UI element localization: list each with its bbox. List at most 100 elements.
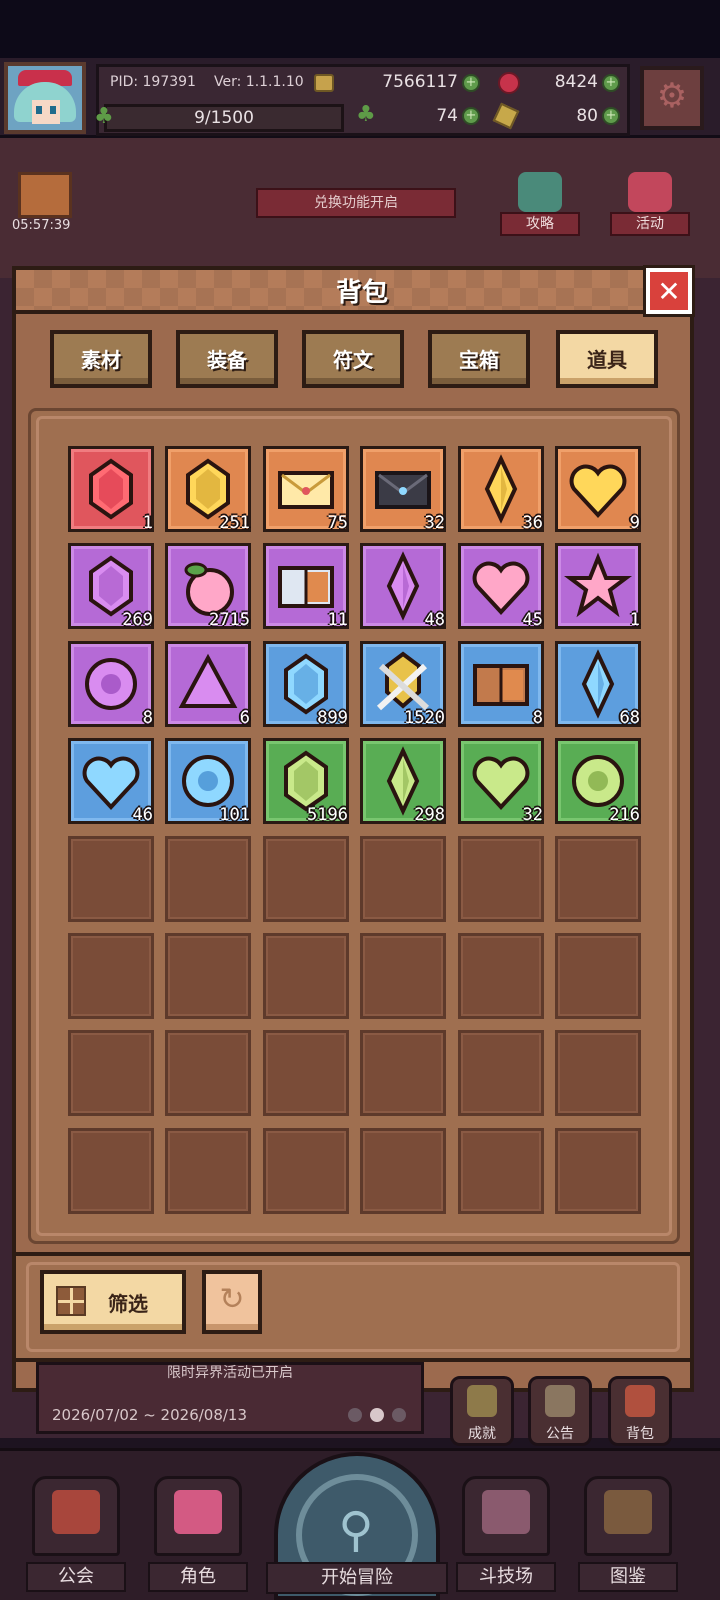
inventory-slot[interactable]: 216: [555, 738, 641, 825]
gift-icon[interactable]: [18, 172, 72, 218]
empty-inventory-slot[interactable]: [458, 1030, 544, 1116]
nav-character-label: 角色: [148, 1562, 248, 1592]
megaphone-icon: [545, 1385, 575, 1417]
notice-button[interactable]: 公告: [528, 1376, 592, 1446]
item-quantity: 6: [239, 708, 250, 728]
event-dates: 2026/07/02 ~ 2026/08/13: [52, 1406, 248, 1424]
inventory-slot[interactable]: 6: [165, 641, 251, 728]
guide-button[interactable]: 攻略: [500, 172, 580, 238]
refresh-button[interactable]: ↻: [202, 1270, 262, 1334]
close-button[interactable]: ✕: [643, 265, 695, 317]
player-avatar[interactable]: [4, 62, 86, 134]
inventory-slot[interactable]: 32: [458, 738, 544, 825]
empty-inventory-slot[interactable]: [165, 836, 251, 922]
inventory-slot[interactable]: 75: [263, 446, 349, 533]
add-gold-plus-icon[interactable]: +: [462, 74, 480, 92]
empty-inventory-slot[interactable]: [360, 1128, 446, 1214]
inventory-slot[interactable]: 48: [360, 543, 446, 630]
item-quantity: 32: [522, 805, 543, 825]
inventory-slot[interactable]: 11: [263, 543, 349, 630]
inventory-slot[interactable]: 46: [68, 738, 154, 825]
tab-equipment[interactable]: 装备: [176, 330, 278, 388]
inventory-slot[interactable]: 45: [458, 543, 544, 630]
nav-codex[interactable]: 图鉴: [578, 1470, 682, 1596]
inventory-slot[interactable]: 36: [458, 446, 544, 533]
item-quantity: 9: [629, 513, 640, 533]
inventory-slot[interactable]: 251: [165, 446, 251, 533]
empty-inventory-slot[interactable]: [458, 1128, 544, 1214]
tab-items[interactable]: 道具: [556, 330, 658, 388]
inventory-slot[interactable]: 899: [263, 641, 349, 728]
tab-runes-label: 符文: [333, 348, 373, 372]
empty-inventory-slot[interactable]: [165, 1128, 251, 1214]
inventory-slot[interactable]: 8: [458, 641, 544, 728]
clover-amount: 74: [436, 106, 458, 126]
grid-icon: [56, 1286, 86, 1316]
status-strip: [0, 0, 720, 58]
add-hammer-plus-icon[interactable]: +: [602, 107, 620, 125]
item-quantity: 48: [424, 610, 445, 630]
nav-guild[interactable]: 公会: [26, 1470, 130, 1596]
empty-inventory-slot[interactable]: [68, 933, 154, 1019]
empty-inventory-slot[interactable]: [68, 1128, 154, 1214]
achievements-label: 成就: [468, 1426, 496, 1442]
filter-button[interactable]: 筛选: [40, 1270, 186, 1334]
inventory-slot[interactable]: 269: [68, 543, 154, 630]
inventory-slot[interactable]: 2715: [165, 543, 251, 630]
tab-chests[interactable]: 宝箱: [428, 330, 530, 388]
empty-inventory-slot[interactable]: [263, 1128, 349, 1214]
gold-amount: 7566117: [382, 72, 458, 92]
empty-inventory-slot[interactable]: [555, 836, 641, 922]
ruby-icon: [498, 72, 520, 94]
carousel-dot-active[interactable]: [370, 1408, 384, 1422]
nav-character[interactable]: 角色: [148, 1470, 252, 1596]
empty-inventory-slot[interactable]: [458, 836, 544, 922]
empty-inventory-slot[interactable]: [165, 933, 251, 1019]
item-quantity: 32: [424, 513, 445, 533]
trophy-icon: [467, 1385, 497, 1417]
inventory-slot[interactable]: 101: [165, 738, 251, 825]
inventory-slot[interactable]: 1: [555, 543, 641, 630]
item-quantity: 11: [327, 610, 348, 630]
nav-arena[interactable]: 斗技场: [456, 1470, 560, 1596]
empty-inventory-slot[interactable]: [68, 1030, 154, 1116]
inventory-slot[interactable]: 298: [360, 738, 446, 825]
coin-icon: [314, 74, 334, 92]
settings-button[interactable]: ⚙: [640, 66, 704, 130]
empty-inventory-slot[interactable]: [555, 933, 641, 1019]
empty-inventory-slot[interactable]: [555, 1128, 641, 1214]
pink-star-icon: [564, 552, 632, 618]
empty-inventory-slot[interactable]: [165, 1030, 251, 1116]
filter-label: 筛选: [108, 1292, 148, 1316]
empty-inventory-slot[interactable]: [263, 1030, 349, 1116]
gift-timer: 05:57:39: [12, 218, 71, 233]
inventory-slot[interactable]: 68: [555, 641, 641, 728]
empty-inventory-slot[interactable]: [360, 933, 446, 1019]
activity-button[interactable]: 活动: [610, 172, 690, 238]
exchange-banner-text: 兑换功能开启: [314, 195, 398, 211]
add-ruby-plus-icon[interactable]: +: [602, 74, 620, 92]
achievements-button[interactable]: 成就: [450, 1376, 514, 1446]
inventory-slot[interactable]: 1520: [360, 641, 446, 728]
empty-inventory-slot[interactable]: [68, 836, 154, 922]
magnifier-icon: ⚲: [338, 1502, 374, 1558]
empty-inventory-slot[interactable]: [458, 933, 544, 1019]
inventory-slot[interactable]: 1: [68, 446, 154, 533]
empty-inventory-slot[interactable]: [360, 1030, 446, 1116]
item-quantity: 75: [327, 513, 348, 533]
backpack-shortcut-button[interactable]: 背包: [608, 1376, 672, 1446]
carousel-dot[interactable]: [392, 1408, 406, 1422]
inventory-slot[interactable]: 9: [555, 446, 641, 533]
inventory-slot[interactable]: 8: [68, 641, 154, 728]
empty-inventory-slot[interactable]: [360, 836, 446, 922]
carousel-dot[interactable]: [348, 1408, 362, 1422]
empty-inventory-slot[interactable]: [263, 836, 349, 922]
item-quantity: 298: [414, 805, 445, 825]
tab-runes[interactable]: 符文: [302, 330, 404, 388]
inventory-slot[interactable]: 32: [360, 446, 446, 533]
inventory-slot[interactable]: 5196: [263, 738, 349, 825]
empty-inventory-slot[interactable]: [555, 1030, 641, 1116]
empty-inventory-slot[interactable]: [263, 933, 349, 1019]
add-clover-plus-icon[interactable]: +: [462, 107, 480, 125]
tab-materials[interactable]: 素材: [50, 330, 152, 388]
